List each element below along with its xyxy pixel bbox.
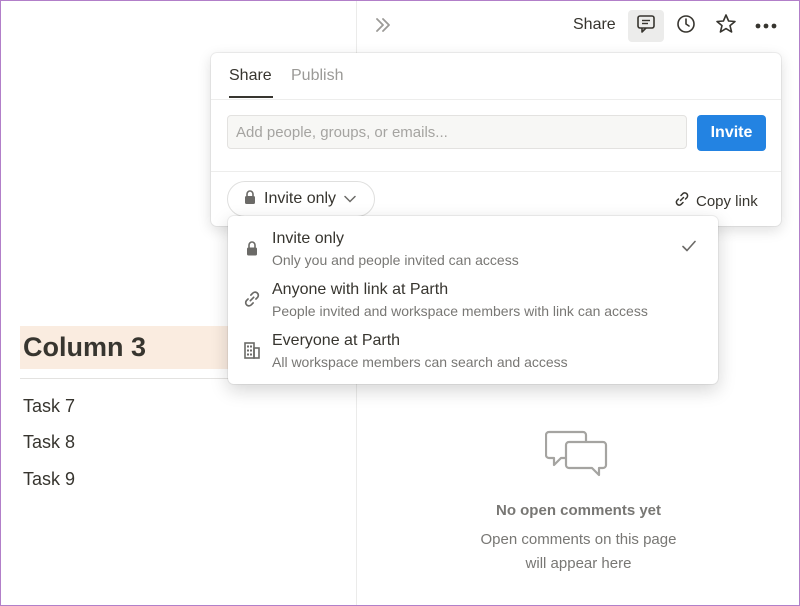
lock-icon [242, 238, 262, 258]
access-level-label: Invite only [264, 190, 337, 207]
comments-button[interactable] [628, 10, 664, 42]
clock-icon [675, 13, 697, 40]
link-icon [242, 289, 262, 309]
empty-comments-subtitle: Open comments on this page will appear h… [357, 528, 800, 576]
access-option-invite-only[interactable]: Invite only Only you and people invited … [228, 224, 718, 275]
tab-share[interactable]: Share [229, 67, 272, 85]
option-title: Everyone at Parth [272, 332, 401, 349]
access-option-anyone-with-link[interactable]: Anyone with link at Parth People invited… [228, 275, 718, 326]
invite-button[interactable]: Invite [697, 115, 766, 151]
comment-icon [635, 13, 657, 40]
comments-empty-icon [544, 428, 609, 485]
access-level-menu: Invite only Only you and people invited … [228, 216, 718, 384]
updates-button[interactable] [668, 10, 704, 42]
share-popover: Share Publish Invite Invite only Copy li… [211, 53, 781, 226]
building-icon [242, 340, 262, 360]
empty-comments-title: No open comments yet [495, 502, 662, 519]
copy-link-button[interactable]: Copy link [674, 191, 758, 211]
empty-comments-line: Open comments on this page [480, 531, 677, 548]
lock-icon [244, 189, 256, 209]
share-button[interactable]: Share [573, 16, 616, 34]
task-item[interactable]: Task 7 [23, 396, 75, 417]
access-level-button[interactable]: Invite only [227, 181, 375, 217]
option-description: All workspace members can search and acc… [272, 354, 568, 370]
task-item[interactable]: Task 9 [23, 469, 75, 490]
chevron-down-icon [344, 190, 356, 208]
option-title: Invite only [272, 230, 345, 247]
more-icon [754, 17, 778, 35]
share-tabs: Share Publish [211, 53, 781, 100]
access-option-everyone[interactable]: Everyone at Parth All workspace members … [228, 326, 718, 377]
option-title: Anyone with link at Parth [272, 281, 449, 298]
copy-link-label: Copy link [696, 192, 758, 210]
checkmark-icon [682, 236, 696, 257]
task-item[interactable]: Task 8 [23, 432, 75, 453]
divider [211, 171, 781, 172]
invite-input[interactable] [227, 115, 687, 149]
active-tab-indicator [229, 96, 273, 98]
tab-publish[interactable]: Publish [291, 67, 343, 85]
empty-comments-line: will appear here [525, 555, 632, 572]
star-icon [714, 12, 738, 41]
favorite-button[interactable] [708, 10, 744, 42]
option-description: People invited and workspace members wit… [272, 303, 648, 319]
option-description: Only you and people invited can access [272, 252, 519, 268]
double-chevron-right-icon[interactable] [372, 14, 394, 36]
more-button[interactable] [748, 10, 784, 42]
link-icon [674, 191, 690, 211]
